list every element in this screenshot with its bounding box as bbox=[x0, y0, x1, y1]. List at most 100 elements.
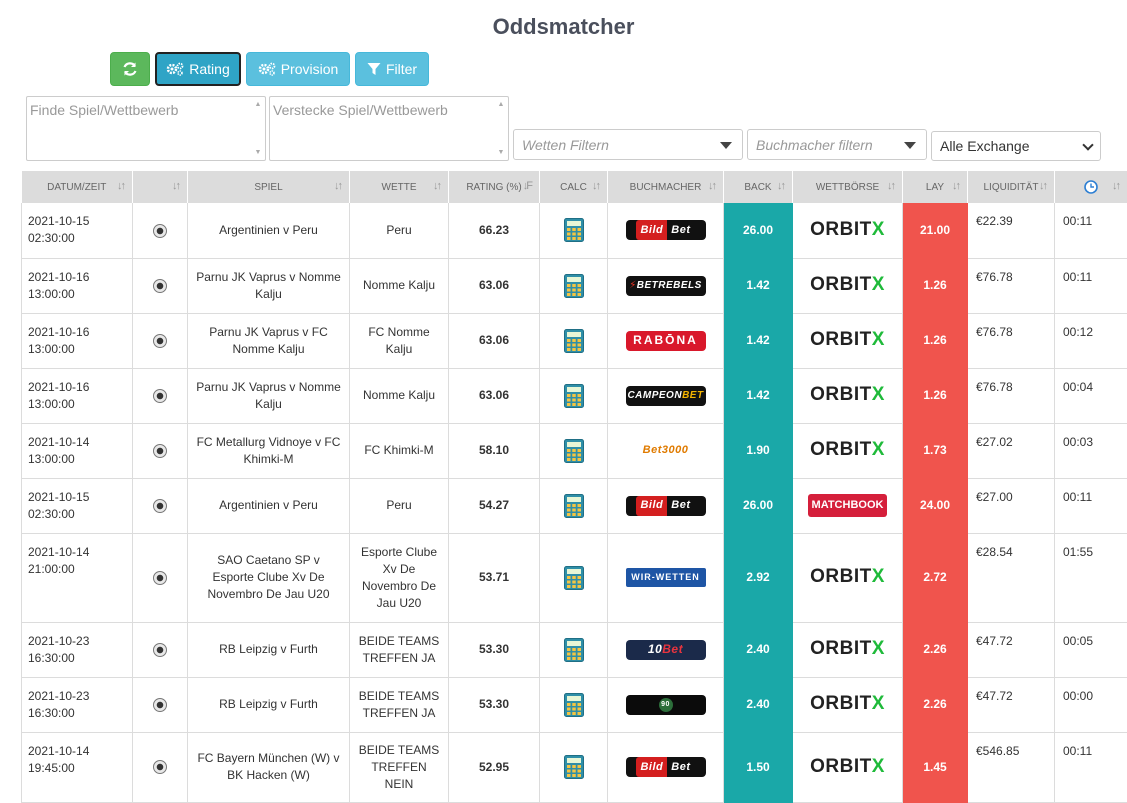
sort-icon[interactable]: ↓↑ bbox=[777, 180, 784, 192]
cell-bookmaker[interactable]: 10Bet bbox=[608, 622, 724, 677]
exchange-logo[interactable]: ORBITX bbox=[810, 761, 885, 775]
cell-exchange[interactable]: ORBITX bbox=[793, 313, 903, 368]
filter-button[interactable]: Filter bbox=[355, 52, 429, 86]
cell-lay-odds[interactable]: 1.45 bbox=[903, 732, 968, 802]
cell-exchange[interactable]: MATCHBOOK bbox=[793, 478, 903, 533]
hide-match-input[interactable]: Verstecke Spiel/Wettbewerb ▲▼ bbox=[269, 96, 509, 161]
cell-bookmaker[interactable]: Bet3000 bbox=[608, 423, 724, 478]
cell-back-odds[interactable]: 1.42 bbox=[724, 258, 793, 313]
sort-icon[interactable]: ↓F bbox=[523, 180, 531, 192]
cell-lay-odds[interactable]: 2.26 bbox=[903, 677, 968, 732]
header-col-wette[interactable]: WETTE↓↑ bbox=[350, 171, 449, 203]
cell-back-odds[interactable]: 2.40 bbox=[724, 622, 793, 677]
sort-icon[interactable]: ↓↑ bbox=[334, 180, 341, 192]
scrollbar[interactable]: ▲▼ bbox=[496, 101, 506, 156]
bookmaker-logo[interactable]: CAMPEONBET bbox=[626, 387, 706, 401]
table-row[interactable]: 2021-10-2316:30:00RB Leipzig v FurthBEID… bbox=[22, 622, 1127, 677]
table-row[interactable]: 2021-10-1502:30:00Argentinien v PeruPeru… bbox=[22, 478, 1127, 533]
exchange-logo[interactable]: ORBITX bbox=[810, 389, 885, 403]
find-match-input[interactable]: Finde Spiel/Wettbewerb ▲▼ bbox=[26, 96, 266, 161]
cell-exchange[interactable]: ORBITX bbox=[793, 677, 903, 732]
header-col-sport[interactable]: ↓↑ bbox=[133, 171, 188, 203]
cell-bookmaker[interactable]: 90 bbox=[608, 677, 724, 732]
sort-icon[interactable]: ↓↑ bbox=[952, 180, 959, 192]
cell-back-odds[interactable]: 2.92 bbox=[724, 533, 793, 622]
table-row[interactable]: 2021-10-1419:45:00FC Bayern München (W) … bbox=[22, 732, 1127, 802]
cell-back-odds[interactable]: 1.42 bbox=[724, 313, 793, 368]
bookmaker-logo[interactable]: BildBet bbox=[626, 222, 706, 236]
header-col-back[interactable]: BACK↓↑ bbox=[724, 171, 793, 203]
table-row[interactable]: 2021-10-1413:00:00FC Metallurg Vidnoye v… bbox=[22, 423, 1127, 478]
header-col-age[interactable]: ↓↑ bbox=[1055, 171, 1127, 203]
cell-back-odds[interactable]: 1.42 bbox=[724, 368, 793, 423]
calculator-icon[interactable] bbox=[564, 755, 584, 779]
bookmaker-logo[interactable]: 10Bet bbox=[626, 642, 706, 656]
refresh-button[interactable] bbox=[110, 52, 150, 86]
cell-exchange[interactable]: ORBITX bbox=[793, 203, 903, 258]
header-col-datum[interactable]: DATUM/ZEIT↓↑ bbox=[22, 171, 133, 203]
exchange-logo[interactable]: ORBITX bbox=[810, 444, 885, 458]
cell-lay-odds[interactable]: 2.72 bbox=[903, 533, 968, 622]
cell-bookmaker[interactable]: RABŌNA bbox=[608, 313, 724, 368]
cell-lay-odds[interactable]: 2.26 bbox=[903, 622, 968, 677]
bookmaker-logo[interactable]: 90 bbox=[626, 695, 706, 709]
table-row[interactable]: 2021-10-1421:00:00SAO Caetano SP v Espor… bbox=[22, 533, 1127, 622]
cell-bookmaker[interactable]: BildBet bbox=[608, 732, 724, 802]
cell-bookmaker[interactable]: CAMPEONBET bbox=[608, 368, 724, 423]
calculator-icon[interactable] bbox=[564, 494, 584, 518]
header-col-wettboerse[interactable]: WETTBÖRSE↓↑ bbox=[793, 171, 903, 203]
cell-exchange[interactable]: ORBITX bbox=[793, 622, 903, 677]
cell-exchange[interactable]: ORBITX bbox=[793, 423, 903, 478]
cell-back-odds[interactable]: 2.40 bbox=[724, 677, 793, 732]
sort-icon[interactable]: ↓↑ bbox=[117, 180, 124, 192]
provision-button[interactable]: Provision bbox=[246, 52, 350, 86]
exchange-logo[interactable]: ORBITX bbox=[810, 698, 885, 712]
exchange-select[interactable]: Alle Exchange bbox=[931, 131, 1101, 161]
bets-filter-select[interactable]: Wetten Filtern bbox=[513, 129, 743, 160]
header-col-spiel[interactable]: SPIEL↓↑ bbox=[188, 171, 350, 203]
cell-bookmaker[interactable]: WIR-WETTEN bbox=[608, 533, 724, 622]
header-col-lay[interactable]: LAY↓↑ bbox=[903, 171, 968, 203]
bookmaker-logo[interactable]: Bet3000 bbox=[626, 442, 706, 456]
exchange-logo[interactable]: ORBITX bbox=[810, 279, 885, 293]
cell-back-odds[interactable]: 1.90 bbox=[724, 423, 793, 478]
cell-bookmaker[interactable]: BildBet bbox=[608, 478, 724, 533]
cell-lay-odds[interactable]: 24.00 bbox=[903, 478, 968, 533]
header-col-calc[interactable]: CALC↓↑ bbox=[540, 171, 608, 203]
bookmaker-logo[interactable]: ⚡BETREBELS bbox=[626, 277, 706, 291]
calculator-icon[interactable] bbox=[564, 218, 584, 242]
bookmaker-logo[interactable]: BildBet bbox=[626, 497, 706, 511]
exchange-logo[interactable]: MATCHBOOK bbox=[808, 497, 888, 511]
sort-icon[interactable]: ↓↑ bbox=[887, 180, 894, 192]
cell-exchange[interactable]: ORBITX bbox=[793, 732, 903, 802]
sort-icon[interactable]: ↓↑ bbox=[172, 180, 179, 192]
calculator-icon[interactable] bbox=[564, 384, 584, 408]
calculator-icon[interactable] bbox=[564, 693, 584, 717]
sort-icon[interactable]: ↓↑ bbox=[433, 180, 440, 192]
rating-button[interactable]: Rating bbox=[155, 52, 241, 86]
bookmaker-logo[interactable]: WIR-WETTEN bbox=[626, 569, 706, 583]
cell-lay-odds[interactable]: 1.73 bbox=[903, 423, 968, 478]
cell-lay-odds[interactable]: 1.26 bbox=[903, 258, 968, 313]
bookmaker-filter-select[interactable]: Buchmacher filtern bbox=[747, 129, 927, 160]
sort-icon[interactable]: ↓↑ bbox=[1039, 180, 1046, 192]
cell-back-odds[interactable]: 26.00 bbox=[724, 478, 793, 533]
table-row[interactable]: 2021-10-1613:00:00Parnu JK Vaprus v FC N… bbox=[22, 313, 1127, 368]
bookmaker-logo[interactable]: RABŌNA bbox=[626, 333, 706, 347]
cell-lay-odds[interactable]: 1.26 bbox=[903, 313, 968, 368]
cell-back-odds[interactable]: 26.00 bbox=[724, 203, 793, 258]
table-row[interactable]: 2021-10-2316:30:00RB Leipzig v FurthBEID… bbox=[22, 677, 1127, 732]
cell-exchange[interactable]: ORBITX bbox=[793, 368, 903, 423]
cell-lay-odds[interactable]: 21.00 bbox=[903, 203, 968, 258]
header-col-rating[interactable]: RATING (%)↓F bbox=[449, 171, 540, 203]
exchange-logo[interactable]: ORBITX bbox=[810, 224, 885, 238]
bookmaker-logo[interactable]: BildBet bbox=[626, 759, 706, 773]
sort-icon[interactable]: ↓↑ bbox=[1112, 180, 1119, 192]
calculator-icon[interactable] bbox=[564, 439, 584, 463]
exchange-logo[interactable]: ORBITX bbox=[810, 571, 885, 585]
cell-exchange[interactable]: ORBITX bbox=[793, 533, 903, 622]
header-col-liquiditaet[interactable]: LIQUIDITÄT↓↑ bbox=[968, 171, 1055, 203]
exchange-logo[interactable]: ORBITX bbox=[810, 643, 885, 657]
scrollbar[interactable]: ▲▼ bbox=[253, 101, 263, 156]
calculator-icon[interactable] bbox=[564, 566, 584, 590]
